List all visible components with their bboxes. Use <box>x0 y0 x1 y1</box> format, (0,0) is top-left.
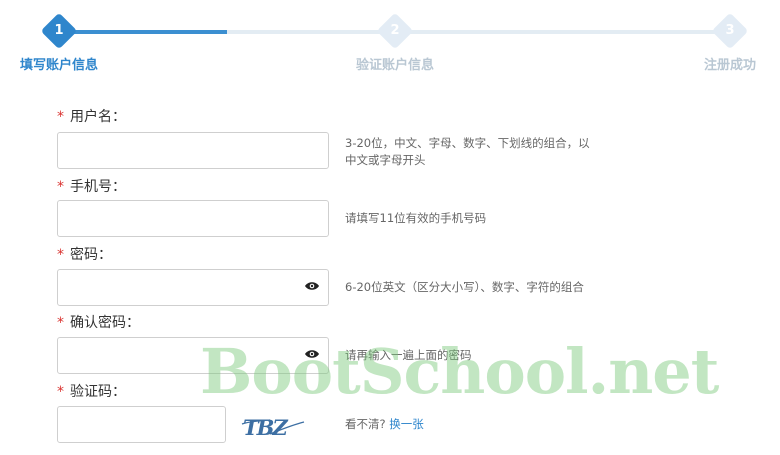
phone-label-text: 手机号： <box>70 179 126 195</box>
confirm-password-hint: 请再输入一遍上面的密码 <box>345 348 472 362</box>
captcha-input[interactable] <box>57 406 226 443</box>
username-input[interactable] <box>57 132 329 169</box>
step-2-label: 验证账户信息 <box>356 58 435 73</box>
captcha-image[interactable]: TBZ <box>240 412 306 440</box>
captcha-label-text: 验证码： <box>70 384 126 400</box>
step-3-number: 3 <box>725 23 735 38</box>
required-mark: * <box>57 315 64 331</box>
phone-hint: 请填写11位有效的手机号码 <box>345 211 487 225</box>
confirm-password-input[interactable] <box>57 337 329 374</box>
step-1-label: 填写账户信息 <box>20 58 99 73</box>
required-mark: * <box>57 109 64 125</box>
eye-icon[interactable] <box>304 281 320 291</box>
confirm-password-label: * 确认密码： <box>57 312 140 332</box>
username-hint-line2: 中文或字母开头 <box>345 153 426 167</box>
phone-input[interactable] <box>57 200 329 237</box>
required-mark: * <box>57 179 64 195</box>
step-2-number: 2 <box>390 23 400 38</box>
username-hint: 3-20位，中文、字母、数字、下划线的组合，以 中文或字母开头 <box>345 135 590 169</box>
step-1-number: 1 <box>54 23 64 38</box>
password-label-text: 密码： <box>70 247 112 263</box>
required-mark: * <box>57 384 64 400</box>
username-label-text: 用户名： <box>70 109 126 125</box>
phone-label: * 手机号： <box>57 176 126 196</box>
confirm-password-label-text: 确认密码： <box>70 315 140 331</box>
username-hint-line1: 3-20位，中文、字母、数字、下划线的组合，以 <box>345 136 590 150</box>
step-3-label: 注册成功 <box>704 58 757 73</box>
step-progress-line-1a <box>72 30 227 34</box>
captcha-image-text: TBZ <box>243 415 288 440</box>
password-hint: 6-20位英文（区分大小写）、数字、字符的组合 <box>345 280 584 294</box>
step-progress-line-1b <box>227 30 385 34</box>
captcha-hint-text: 看不清? <box>345 417 386 431</box>
eye-icon[interactable] <box>304 349 320 359</box>
refresh-captcha-link[interactable]: 换一张 <box>389 417 424 431</box>
username-label: * 用户名： <box>57 106 126 126</box>
captcha-label: * 验证码： <box>57 381 126 401</box>
step-progress-line-2 <box>408 30 720 34</box>
captcha-hint: 看不清? 换一张 <box>345 416 424 433</box>
password-input[interactable] <box>57 269 329 306</box>
required-mark: * <box>57 247 64 263</box>
password-label: * 密码： <box>57 244 112 264</box>
